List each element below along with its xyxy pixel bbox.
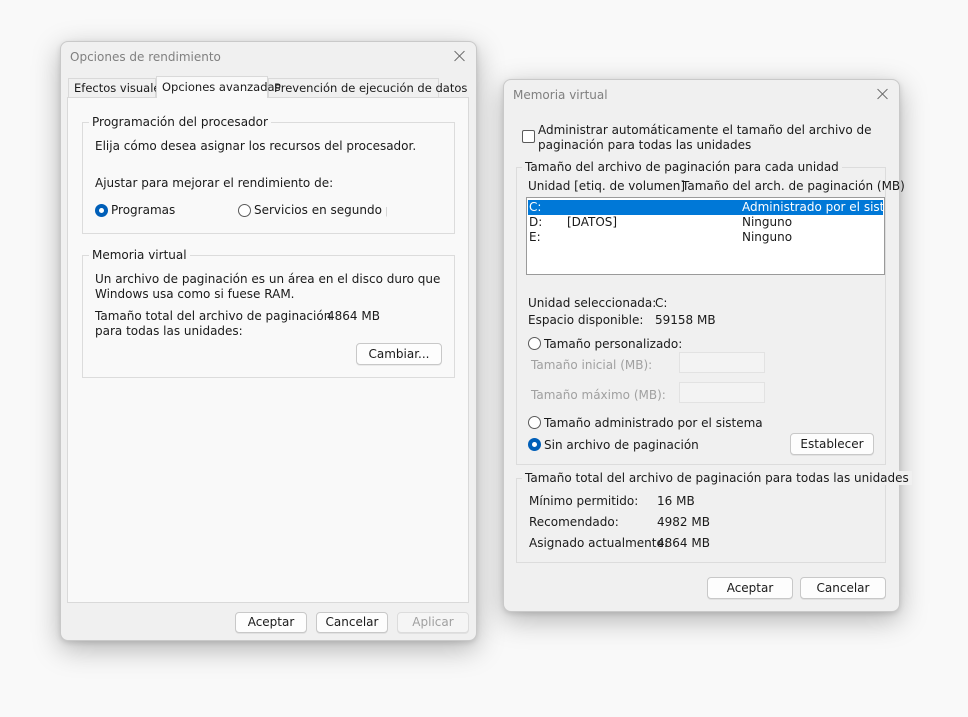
drive-paging-size: Ninguno [742,215,793,229]
no-paging-file-label[interactable]: Sin archivo de paginación [544,438,699,452]
cancel-button[interactable]: Cancelar [316,612,388,633]
vm-description-line2: Windows usa como si fuese RAM. [95,287,295,301]
drive-row-e[interactable]: E: Ninguno [528,230,883,245]
window-title: Memoria virtual [513,88,608,102]
background-services-label[interactable]: Servicios en segundo plar [254,203,387,217]
auto-manage-label-line1[interactable]: Administrar automáticamente el tamaño de… [538,123,872,137]
vm-total-value: 4864 MB [327,309,380,323]
programs-radio[interactable] [95,204,108,217]
cancel-button[interactable]: Cancelar [800,577,886,599]
adjust-label: Ajustar para mejorar el rendimiento de: [95,176,334,190]
selected-drive-value: C: [655,296,668,310]
ok-button[interactable]: Aceptar [707,577,793,599]
tab-label: Opciones avanzadas [162,80,281,94]
custom-size-label[interactable]: Tamaño personalizado: [544,337,682,351]
title-bar[interactable]: Memoria virtual [504,80,899,110]
drive-list[interactable]: C: Administrado por el sistem D: [DATOS]… [526,197,885,275]
tab-label: Efectos visuales [74,81,167,95]
tab-visual-effects[interactable]: Efectos visuales [68,78,167,97]
drive-row-c[interactable]: C: Administrado por el sistem [528,200,885,215]
title-bar[interactable]: Opciones de rendimiento [61,42,476,72]
auto-manage-checkbox[interactable] [522,130,535,143]
close-icon[interactable] [450,46,470,66]
vm-description-line1: Un archivo de paginación es un área en e… [95,272,441,286]
selected-drive-label: Unidad seleccionada: [528,296,657,310]
drive-letter: C: [529,200,542,214]
tab-advanced-options[interactable]: Opciones avanzadas [156,76,281,98]
group-title: Tamaño del archivo de paginación para ca… [522,160,842,174]
free-space-value: 59158 MB [655,313,716,327]
allocated-label: Asignado actualmente: [529,536,668,550]
column-header-drive: Unidad [etiq. de volumen] [528,179,686,193]
column-header-size: Tamaño del arch. de paginación (MB) [682,179,905,193]
tab-data-execution-prevention[interactable]: Prevención de ejecución de datos [268,78,467,97]
custom-size-radio[interactable] [528,337,541,350]
allocated-value: 4864 MB [657,536,710,550]
close-icon[interactable] [873,84,893,104]
programs-label[interactable]: Programas [111,203,175,217]
max-size-input[interactable] [679,382,765,403]
recommended-value: 4982 MB [657,515,710,529]
drive-paging-size: Administrado por el sistem [742,200,885,214]
drive-letter: D: [529,215,543,229]
drive-row-d[interactable]: D: [DATOS] Ninguno [528,215,883,230]
group-title: Programación del procesador [89,115,271,129]
tab-label: Prevención de ejecución de datos [274,81,468,95]
change-button[interactable]: Cambiar... [356,343,442,365]
min-allowed-label: Mínimo permitido: [529,494,639,508]
max-size-label: Tamaño máximo (MB): [531,388,666,402]
set-button[interactable]: Establecer [790,433,874,455]
apply-button[interactable]: Aplicar [397,612,469,633]
auto-manage-label-line2[interactable]: paginación para todas las unidades [538,138,751,152]
ok-button[interactable]: Aceptar [235,612,307,633]
recommended-label: Recomendado: [529,515,619,529]
system-managed-label[interactable]: Tamaño administrado por el sistema [544,416,763,430]
drive-volume-label: [DATOS] [567,215,618,229]
free-space-label: Espacio disponible: [528,313,644,327]
vm-total-label-line1: Tamaño total del archivo de paginación [95,309,332,323]
initial-size-input[interactable] [679,352,765,373]
drive-paging-size: Ninguno [742,230,793,244]
group-title: Memoria virtual [89,248,190,262]
system-managed-radio[interactable] [528,416,541,429]
no-paging-file-radio[interactable] [528,438,541,451]
vm-total-label-line2: para todas las unidades: [95,324,243,338]
group-title: Tamaño total del archivo de paginación p… [522,471,912,485]
drive-letter: E: [529,230,541,244]
processor-description: Elija cómo desea asignar los recursos de… [95,139,417,153]
window-title: Opciones de rendimiento [70,50,221,64]
min-allowed-value: 16 MB [657,494,695,508]
background-services-radio[interactable] [238,204,251,217]
initial-size-label: Tamaño inicial (MB): [531,358,653,372]
